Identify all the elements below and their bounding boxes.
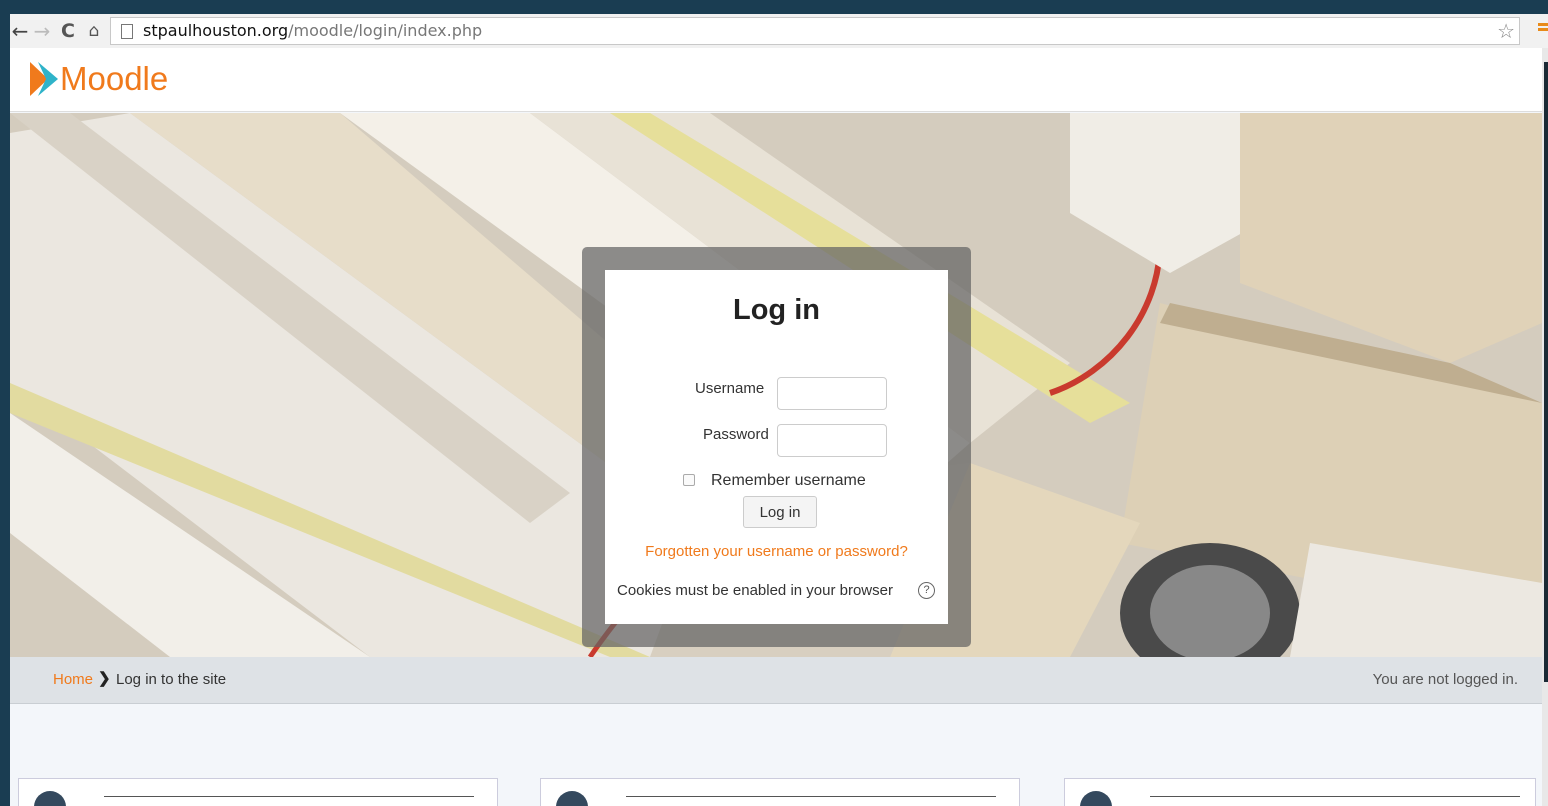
divider	[104, 796, 474, 797]
page-icon	[121, 24, 133, 39]
footer-card	[540, 778, 1020, 806]
login-status-text: You are not logged in.	[1372, 671, 1518, 688]
avatar	[556, 791, 588, 806]
chevron-right-icon: ❯	[98, 670, 111, 687]
breadcrumb-current: Log in to the site	[116, 671, 227, 688]
back-icon[interactable]: ←	[10, 18, 30, 44]
browser-menu-icon[interactable]	[1538, 23, 1548, 37]
scrollbar-thumb[interactable]	[1544, 62, 1548, 682]
bookmark-star-icon[interactable]: ☆	[1497, 18, 1515, 44]
divider	[626, 796, 996, 797]
username-label: Username	[695, 380, 765, 397]
password-input[interactable]	[777, 424, 887, 457]
remember-username-label[interactable]: Remember username	[711, 472, 866, 490]
breadcrumb: Home ❯ Log in to the site You are not lo…	[10, 657, 1542, 704]
hero-books-image: Log in Username Password Remember userna…	[10, 113, 1542, 657]
footer-card	[1064, 778, 1536, 806]
cookies-notice: Cookies must be enabled in your browser	[617, 582, 893, 599]
browser-toolbar: ← → C ⌂ stpaulhouston.org/moodle/login/i…	[10, 14, 1548, 48]
url-path: /moodle/login/index.php	[288, 21, 483, 40]
avatar	[34, 791, 66, 806]
username-input[interactable]	[777, 377, 887, 410]
moodle-logo-icon[interactable]	[28, 60, 62, 98]
avatar	[1080, 791, 1112, 806]
url-host: stpaulhouston.org	[143, 21, 289, 40]
home-icon[interactable]: ⌂	[84, 18, 104, 44]
login-title: Log in	[733, 294, 820, 326]
breadcrumb-home-link[interactable]: Home	[53, 671, 93, 688]
forgot-password-link[interactable]: Forgotten your username or password?	[605, 543, 948, 560]
footer-card	[18, 778, 498, 806]
login-button[interactable]: Log in	[743, 496, 817, 528]
moodle-page: Moodle Log in Username Password Remember…	[10, 48, 1542, 806]
password-label: Password	[703, 426, 769, 443]
divider	[1150, 796, 1520, 797]
forward-icon[interactable]: →	[32, 18, 52, 44]
login-panel: Log in Username Password Remember userna…	[582, 247, 971, 647]
site-navbar: Moodle	[10, 48, 1542, 112]
help-icon[interactable]: ?	[918, 582, 935, 599]
remember-username-checkbox[interactable]	[683, 474, 695, 486]
site-logo-text[interactable]: Moodle	[60, 60, 168, 98]
address-bar[interactable]: stpaulhouston.org/moodle/login/index.php…	[110, 17, 1520, 45]
login-form: Log in Username Password Remember userna…	[605, 270, 948, 624]
reload-icon[interactable]: C	[58, 18, 78, 44]
